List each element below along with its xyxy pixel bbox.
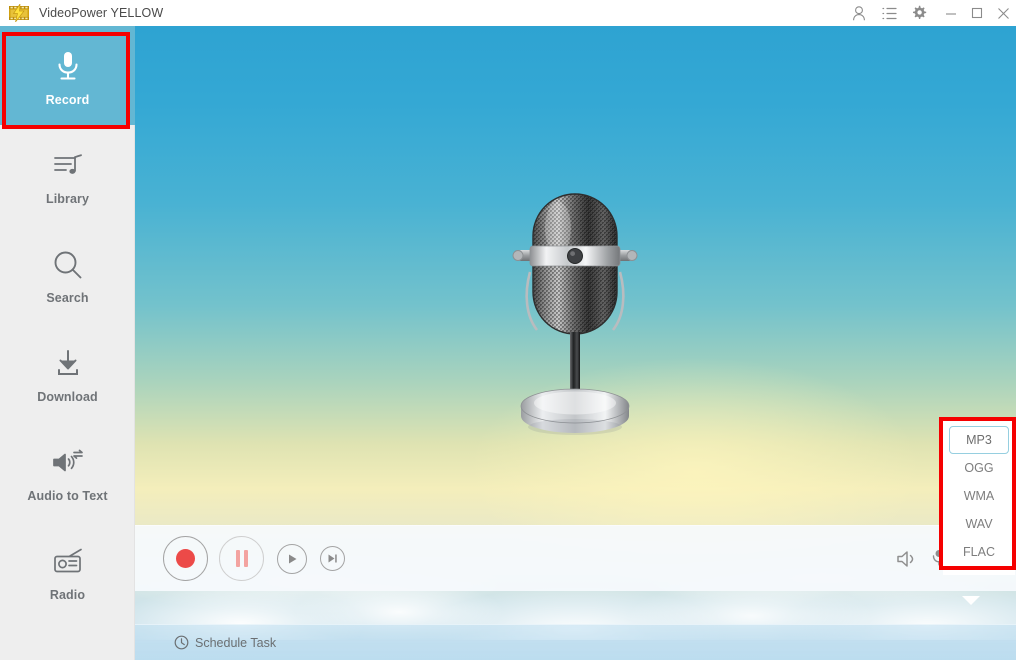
application-window: VideoPower YELLOW Record Library Search … (0, 0, 1016, 660)
schedule-task-label: Schedule Task (195, 635, 277, 650)
pause-button[interactable] (219, 536, 264, 581)
sidebar-item-label: Library (45, 191, 90, 206)
sidebar-item-label: Radio (49, 587, 86, 602)
system-sound-icon[interactable] (890, 542, 924, 576)
window-controls (844, 0, 1016, 26)
clock-icon (174, 635, 189, 650)
skip-next-icon (328, 554, 337, 563)
search-icon (52, 243, 84, 287)
sidebar-item-radio[interactable]: Radio (0, 521, 135, 620)
microphone-icon (53, 45, 83, 89)
transport-controls (163, 536, 345, 581)
sidebar-item-library[interactable]: Library (0, 125, 135, 224)
format-option-wav[interactable]: WAV (949, 510, 1009, 538)
format-option-flac[interactable]: FLAC (949, 538, 1009, 566)
minimize-button[interactable] (938, 0, 964, 26)
schedule-task-button[interactable]: Schedule Task (174, 635, 276, 650)
sidebar-nav: Record Library Search Download Audio to … (0, 26, 135, 660)
videopower-logo-icon (8, 2, 30, 23)
pause-icon (235, 550, 248, 567)
format-option-mp3[interactable]: MP3 (949, 426, 1009, 454)
play-button[interactable] (277, 543, 307, 574)
sidebar-item-label: Search (46, 290, 89, 305)
sidebar-item-label: Audio to Text (27, 488, 108, 503)
maximize-button[interactable] (964, 0, 990, 26)
music-list-icon (52, 144, 84, 188)
close-button[interactable] (990, 0, 1016, 26)
title-bar: VideoPower YELLOW (0, 0, 1016, 26)
audio-to-text-icon (51, 441, 85, 485)
play-icon (288, 554, 296, 563)
list-icon[interactable] (874, 0, 904, 26)
playback-toolbar (135, 525, 1016, 591)
sidebar-item-search[interactable]: Search (0, 224, 135, 323)
download-icon (52, 342, 84, 386)
record-button[interactable] (163, 536, 208, 581)
status-bar: Schedule Task (135, 624, 1016, 660)
output-format-menu[interactable]: MP3 OGG WMA WAV FLAC (943, 418, 1015, 575)
radio-icon (51, 540, 85, 584)
next-button[interactable] (320, 546, 345, 571)
sidebar-item-download[interactable]: Download (0, 323, 135, 422)
sidebar-item-label: Download (37, 389, 98, 404)
sidebar-item-audio-to-text[interactable]: Audio to Text (0, 422, 135, 521)
record-dot-icon (176, 549, 195, 568)
format-menu-pointer (962, 596, 980, 605)
settings-gear-icon[interactable] (904, 0, 934, 26)
sidebar-item-record[interactable]: Record (0, 26, 135, 125)
window-title: VideoPower YELLOW (39, 6, 164, 20)
retro-microphone-illustration (500, 184, 650, 446)
main-content: MP3 OGG WMA WAV FLAC Schedule Task (135, 26, 1016, 660)
account-icon[interactable] (844, 0, 874, 26)
sidebar-item-label: Record (45, 92, 90, 107)
format-option-ogg[interactable]: OGG (949, 454, 1009, 482)
format-option-wma[interactable]: WMA (949, 482, 1009, 510)
